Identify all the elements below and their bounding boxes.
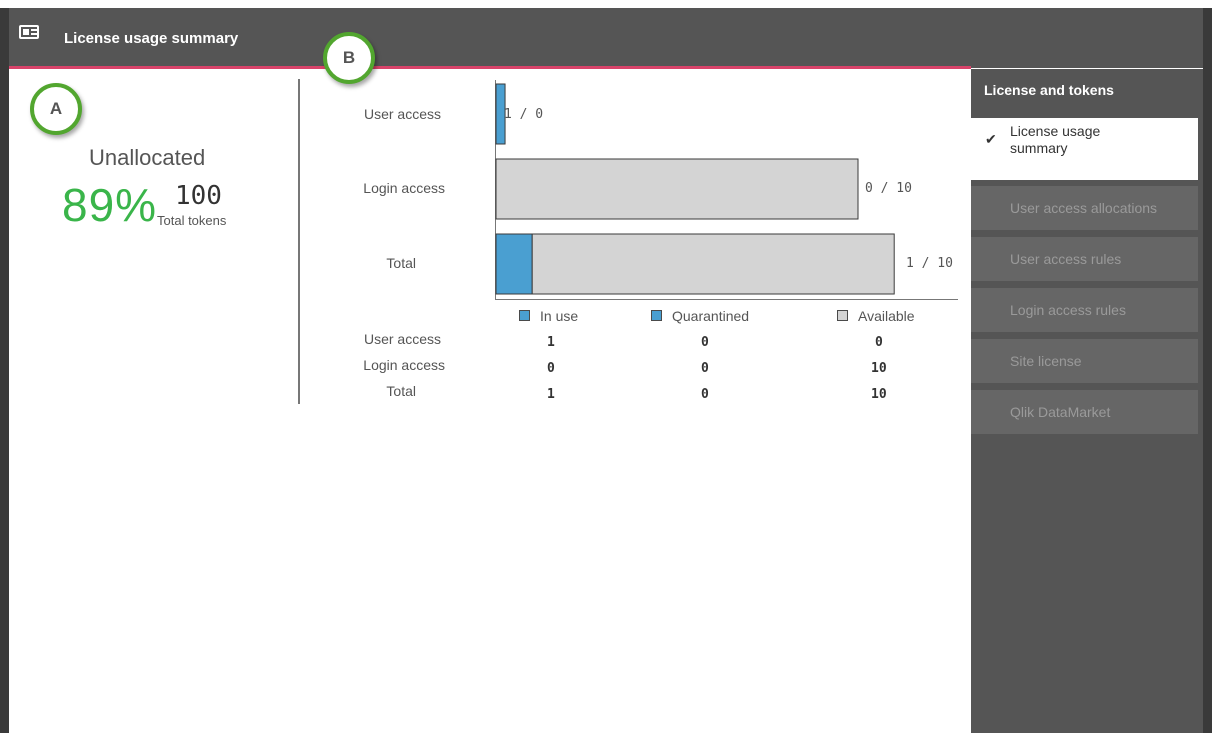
- window-left-border: [0, 8, 9, 733]
- callout-marker-a: A: [30, 83, 82, 135]
- table-cell-available: 10: [871, 361, 887, 376]
- total-tokens-value: 100: [175, 181, 222, 211]
- window-right-border: [1203, 8, 1212, 733]
- page-title: License usage summary: [64, 30, 239, 47]
- app-window: License usage summary License and tokens…: [0, 0, 1212, 733]
- sidebar-item-login-access-rules[interactable]: Login access rules: [971, 288, 1198, 332]
- bar-value-label: 1 / 10: [906, 256, 953, 271]
- legend-label: In use: [540, 308, 579, 324]
- legend-swatch-quarantined: [651, 310, 662, 321]
- table-cell-in-use: 1: [547, 335, 555, 350]
- checkmark-icon: ✔: [985, 131, 997, 147]
- chart-category-label: User access: [363, 106, 441, 122]
- legend-label: Available: [858, 308, 915, 324]
- sidebar-item-label: License usage summary: [1010, 123, 1101, 156]
- table-cell-quarantined: 0: [701, 387, 709, 402]
- table-cell-quarantined: 0: [701, 335, 709, 350]
- sidebar-item-label: Login access rules: [1010, 302, 1126, 318]
- sidebar-title: License and tokens: [984, 82, 1114, 98]
- bar-value-label: 1 / 0: [504, 107, 544, 122]
- top-strip: [0, 0, 1212, 8]
- sidebar-item-qlik-datamarket[interactable]: Qlik DataMarket: [971, 390, 1198, 434]
- table-cell-in-use: 1: [547, 387, 555, 402]
- sidebar-item-label: Site license: [1010, 353, 1082, 369]
- table-row-label: Login access: [363, 357, 445, 373]
- legend-label: Quarantined: [672, 308, 750, 324]
- table-cell-available: 0: [875, 335, 883, 350]
- sidebar-item-license-usage-summary[interactable]: ✔ License usage summary: [971, 118, 1198, 180]
- chart-category-label: Login access: [363, 180, 445, 196]
- unallocated-label: Unallocated: [89, 145, 206, 170]
- table-cell-in-use: 0: [547, 361, 555, 376]
- table-row-label: User access: [363, 331, 441, 347]
- table-cell-available: 10: [871, 387, 887, 402]
- sidebar-item-site-license[interactable]: Site license: [971, 339, 1198, 383]
- table-row-label: Total: [386, 383, 416, 399]
- table-cell-quarantined: 0: [701, 361, 709, 376]
- bar-value-label: 0 / 10: [865, 181, 912, 196]
- sidebar-item-label: Qlik DataMarket: [1010, 404, 1111, 420]
- total-tokens-label: Total tokens: [157, 213, 227, 228]
- sidebar-item-label: User access allocations: [1010, 200, 1158, 216]
- callout-marker-b: B: [323, 32, 375, 84]
- license-card-icon: [19, 25, 39, 39]
- sidebar-item-user-access-allocations[interactable]: User access allocations: [971, 186, 1198, 230]
- section-divider: [298, 79, 300, 404]
- unallocated-percent: 89%: [62, 179, 158, 231]
- legend-swatch-available: [837, 310, 848, 321]
- chart-category-label: Total: [386, 255, 416, 271]
- sidebar-item-label: User access rules: [1010, 251, 1122, 267]
- legend-swatch-in-use: [519, 310, 530, 321]
- sidebar-item-user-access-rules[interactable]: User access rules: [971, 237, 1198, 281]
